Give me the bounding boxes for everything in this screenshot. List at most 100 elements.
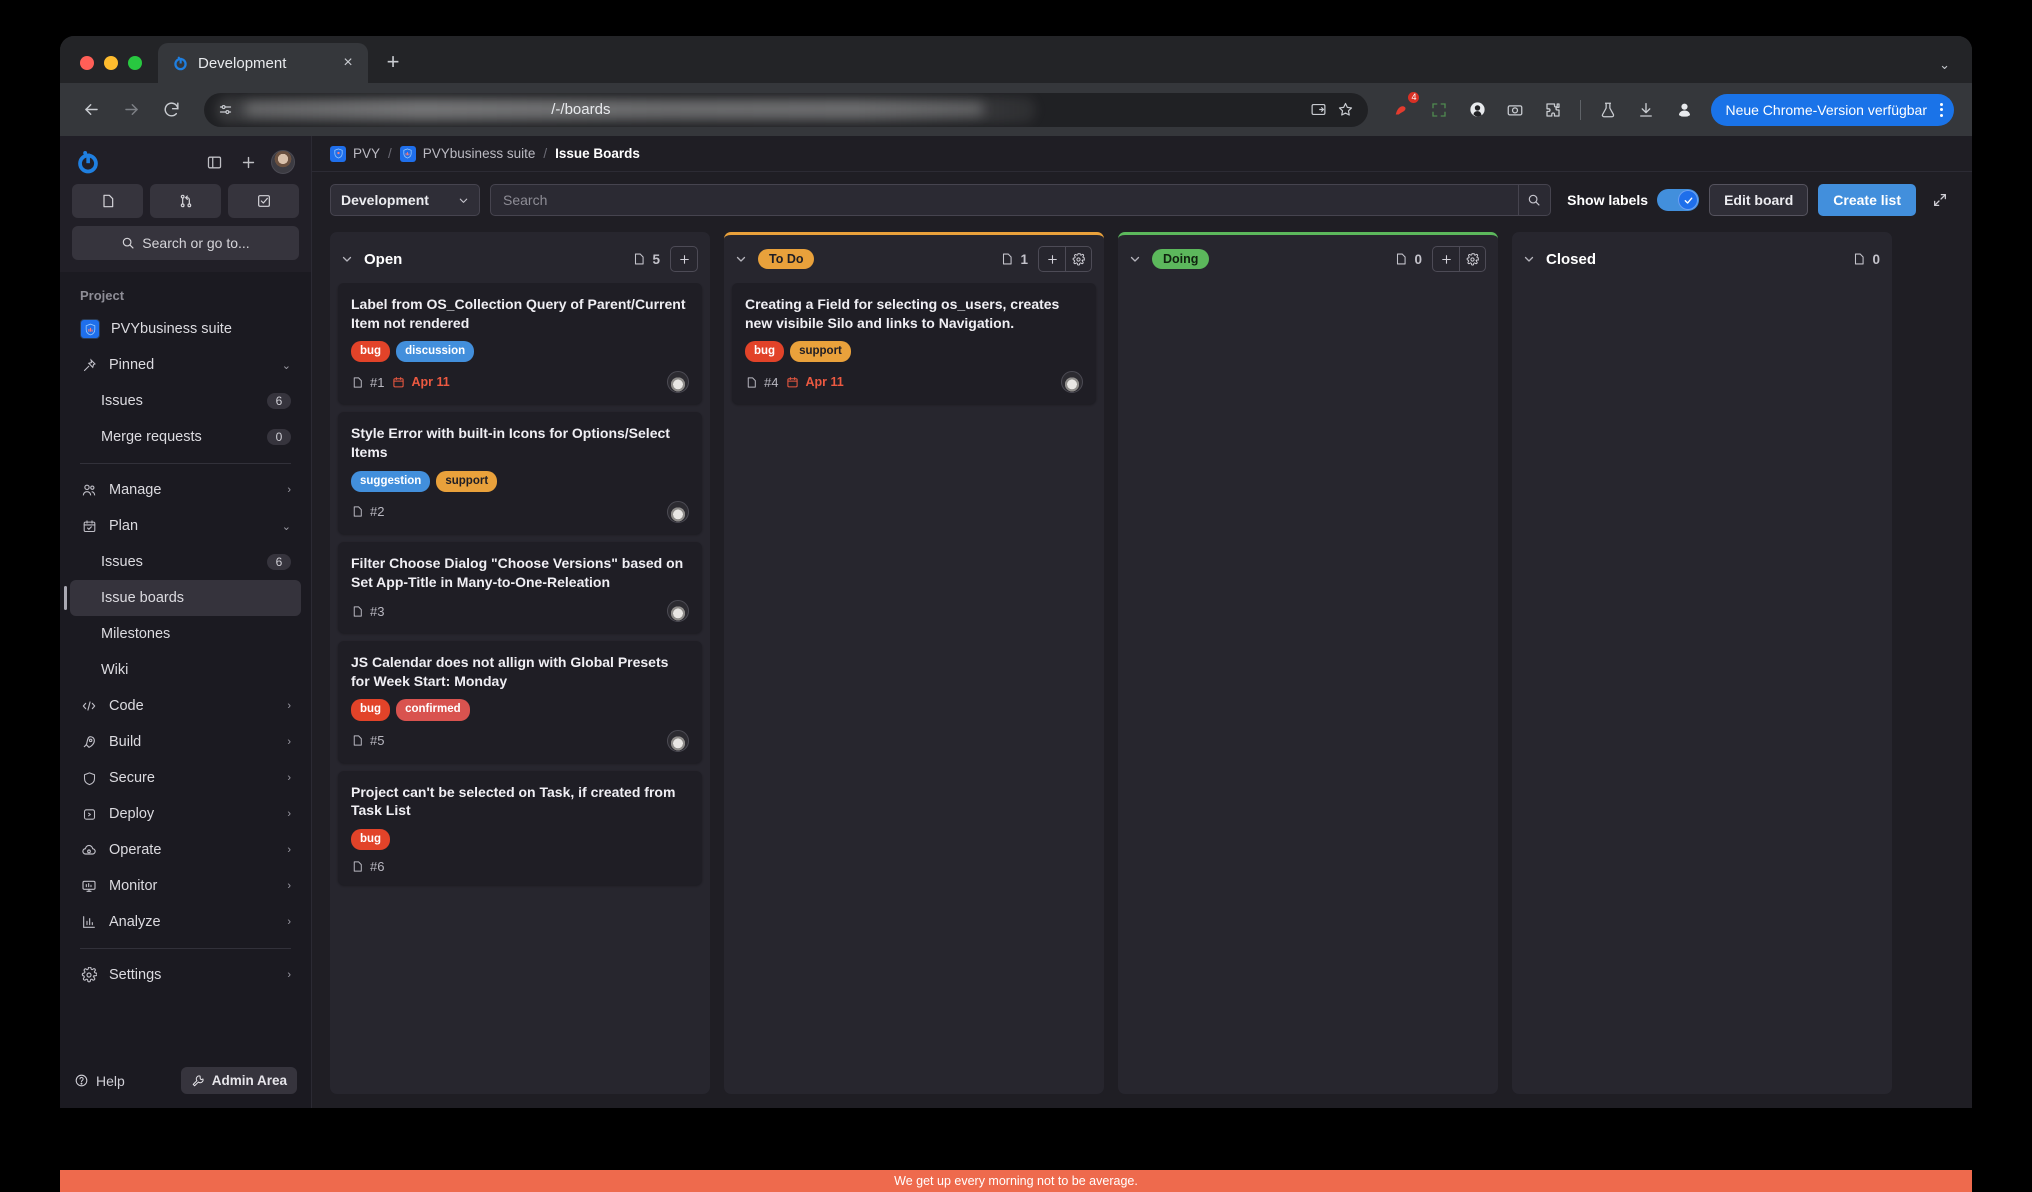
download-icon[interactable] bbox=[1629, 93, 1663, 127]
edit-board-button[interactable]: Edit board bbox=[1709, 184, 1809, 216]
issue-card[interactable]: Project can't be selected on Task, if cr… bbox=[338, 770, 702, 886]
create-list-button[interactable]: Create list bbox=[1818, 184, 1916, 216]
list-settings-button[interactable] bbox=[1065, 247, 1091, 271]
sidebar-item-deploy[interactable]: Deploy › bbox=[70, 796, 301, 832]
sidebar-item-code[interactable]: Code › bbox=[70, 688, 301, 724]
sidebar-item-settings[interactable]: Settings › bbox=[70, 957, 301, 993]
sidebar-item-monitor[interactable]: Monitor › bbox=[70, 868, 301, 904]
sidebar-item-issues[interactable]: Issues 6 bbox=[70, 544, 301, 580]
issue-card[interactable]: Label from OS_Collection Query of Parent… bbox=[338, 283, 702, 405]
add-issue-button[interactable] bbox=[1039, 247, 1065, 271]
camera-icon[interactable] bbox=[1498, 93, 1532, 127]
chevron-down-icon[interactable] bbox=[1128, 253, 1142, 265]
chevron-down-icon[interactable] bbox=[340, 253, 354, 265]
help-button[interactable]: Help bbox=[74, 1073, 125, 1089]
admin-area-button[interactable]: Admin Area bbox=[180, 1067, 297, 1094]
address-bar[interactable]: /-/boards bbox=[204, 92, 1369, 127]
board-search-input[interactable]: Search bbox=[503, 192, 1518, 208]
board-search-button[interactable] bbox=[1518, 185, 1548, 215]
sidebar-item-pinned-merge-requests[interactable]: Merge requests 0 bbox=[70, 419, 301, 455]
sidebar-item-build[interactable]: Build › bbox=[70, 724, 301, 760]
column-label-badge[interactable]: Doing bbox=[1152, 249, 1210, 269]
extension-alert-icon[interactable]: 4 bbox=[1384, 91, 1420, 127]
label-chip[interactable]: bug bbox=[351, 828, 391, 851]
browser-menu-icon[interactable] bbox=[1935, 102, 1948, 117]
label-chip[interactable]: support bbox=[436, 470, 498, 492]
browser-tab[interactable]: Development × bbox=[158, 43, 368, 83]
assignee-avatar[interactable] bbox=[667, 600, 689, 623]
assignee-avatar[interactable] bbox=[667, 729, 689, 752]
bookmark-star-icon[interactable] bbox=[1337, 101, 1354, 118]
chevron-right-icon: › bbox=[287, 969, 291, 981]
board-selector-dropdown[interactable]: Development bbox=[330, 184, 480, 216]
board-toolbar: Development Search Show labels Edit boar… bbox=[312, 172, 1972, 228]
sidebar-item-project[interactable]: PVYbusiness suite bbox=[70, 311, 301, 347]
sidebar-item-label: Deploy bbox=[109, 806, 155, 822]
site-settings-icon[interactable] bbox=[218, 102, 233, 117]
chevron-down-icon[interactable] bbox=[734, 253, 748, 265]
show-labels-toggle[interactable] bbox=[1657, 189, 1700, 211]
forward-arrow-icon[interactable] bbox=[114, 93, 148, 127]
sidebar-item-operate[interactable]: Operate › bbox=[70, 832, 301, 868]
label-chip[interactable]: confirmed bbox=[396, 699, 470, 721]
extension-puzzle-icon[interactable] bbox=[1536, 93, 1570, 127]
sidebar-item-wiki[interactable]: Wiki bbox=[70, 652, 301, 688]
fullscreen-icon[interactable] bbox=[1926, 186, 1954, 214]
label-chip[interactable]: support bbox=[790, 341, 851, 363]
new-tab-button[interactable]: + bbox=[376, 45, 410, 79]
account-icon[interactable] bbox=[1667, 93, 1701, 127]
labs-flask-icon[interactable] bbox=[1591, 93, 1625, 127]
label-chip[interactable]: bug bbox=[745, 341, 785, 363]
issue-card[interactable]: JS Calendar does not allign with Global … bbox=[338, 641, 702, 763]
quick-issues-icon[interactable] bbox=[72, 184, 143, 218]
label-chip[interactable]: bug bbox=[351, 341, 391, 363]
label-chip[interactable]: discussion bbox=[396, 341, 475, 363]
chevron-down-icon[interactable]: ⌄ bbox=[1939, 57, 1950, 73]
assignee-avatar[interactable] bbox=[1061, 371, 1083, 394]
quick-todo-icon[interactable] bbox=[228, 184, 299, 218]
breadcrumb-group[interactable]: PVY bbox=[330, 145, 380, 162]
issue-card[interactable]: Creating a Field for selecting os_users,… bbox=[732, 283, 1096, 405]
list-settings-button[interactable] bbox=[1459, 247, 1485, 271]
sidebar-item-pinned[interactable]: Pinned ⌄ bbox=[70, 347, 301, 383]
add-issue-button[interactable] bbox=[671, 247, 697, 271]
sidebar-item-plan[interactable]: Plan ⌄ bbox=[70, 508, 301, 544]
assignee-avatar[interactable] bbox=[667, 500, 689, 523]
show-labels-control[interactable]: Show labels bbox=[1567, 189, 1700, 211]
breadcrumb-project[interactable]: PVYbusiness suite bbox=[399, 145, 535, 162]
search-input[interactable]: Search or go to... bbox=[72, 226, 299, 260]
issue-card[interactable]: Style Error with built-in Icons for Opti… bbox=[338, 412, 702, 534]
gitlab-logo-icon[interactable] bbox=[76, 150, 100, 174]
board-search-field[interactable]: Search bbox=[490, 184, 1552, 216]
quick-merge-request-icon[interactable] bbox=[150, 184, 221, 218]
issue-card[interactable]: Filter Choose Dialog "Choose Versions" b… bbox=[338, 541, 702, 634]
add-issue-button[interactable] bbox=[1433, 247, 1459, 271]
reload-icon[interactable] bbox=[154, 93, 188, 127]
sidebar-item-milestones[interactable]: Milestones bbox=[70, 616, 301, 652]
sidebar-item-pinned-issues[interactable]: Issues 6 bbox=[70, 383, 301, 419]
window-controls[interactable] bbox=[60, 56, 158, 83]
create-new-icon[interactable] bbox=[237, 151, 259, 173]
close-window-button[interactable] bbox=[80, 56, 94, 70]
back-arrow-icon[interactable] bbox=[74, 93, 108, 127]
sidebar-item-analyze[interactable]: Analyze › bbox=[70, 904, 301, 940]
assignee-avatar[interactable] bbox=[667, 371, 689, 394]
user-avatar[interactable] bbox=[271, 150, 295, 174]
sidebar-item-secure[interactable]: Secure › bbox=[70, 760, 301, 796]
project-avatar-icon bbox=[80, 319, 100, 339]
label-chip[interactable]: suggestion bbox=[351, 470, 431, 492]
profile-circle-icon[interactable] bbox=[1460, 93, 1494, 127]
close-tab-button[interactable]: × bbox=[338, 53, 358, 73]
chrome-update-button[interactable]: Neue Chrome-Version verfügbar bbox=[1711, 93, 1954, 126]
sidebar-item-manage[interactable]: Manage › bbox=[70, 472, 301, 508]
label-chip[interactable]: bug bbox=[351, 699, 391, 721]
maximize-window-button[interactable] bbox=[128, 56, 142, 70]
column-title: Closed bbox=[1546, 250, 1597, 268]
screen-capture-icon[interactable] bbox=[1422, 93, 1456, 127]
sidebar-item-issue-boards[interactable]: Issue boards bbox=[64, 580, 301, 616]
minimize-window-button[interactable] bbox=[104, 56, 118, 70]
column-label-badge[interactable]: To Do bbox=[758, 249, 815, 269]
install-app-icon[interactable] bbox=[1310, 101, 1327, 118]
chevron-down-icon[interactable] bbox=[1522, 253, 1536, 265]
collapse-sidebar-icon[interactable] bbox=[203, 151, 225, 173]
